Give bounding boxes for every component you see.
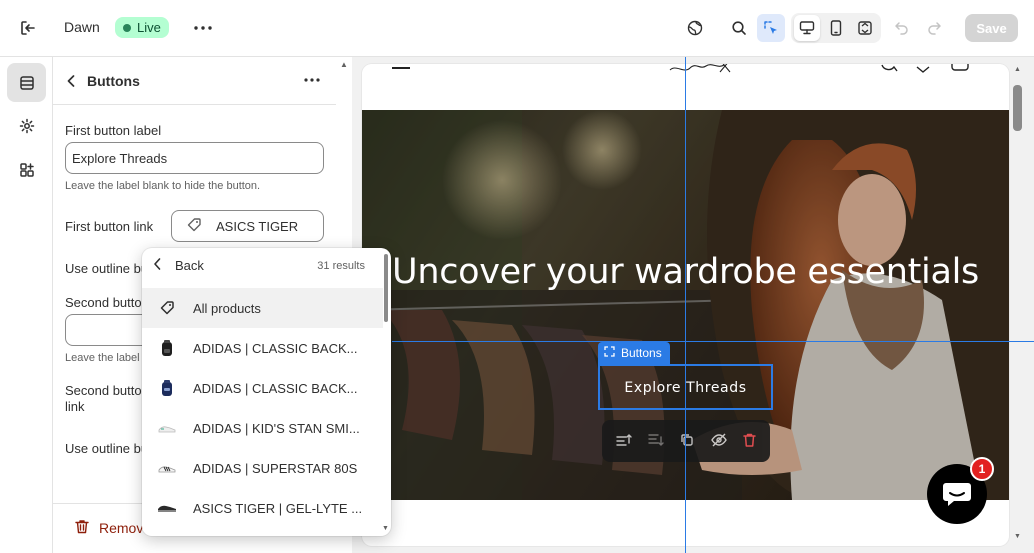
apps-icon[interactable] bbox=[7, 150, 46, 189]
fullscreen-icon[interactable] bbox=[852, 15, 878, 41]
move-up-icon[interactable] bbox=[616, 433, 632, 450]
second-label-help: Leave the label bbox=[65, 352, 140, 364]
list-item[interactable]: ADIDAS | CLASSIC BACK... bbox=[142, 368, 383, 408]
inspector-icon[interactable] bbox=[757, 14, 785, 42]
preview-scroll-thumb[interactable] bbox=[1013, 85, 1022, 131]
globe-icon[interactable] bbox=[681, 14, 709, 42]
list-item[interactable]: ASICS TIGER | GEL-LYTE ... bbox=[142, 488, 383, 528]
gear-icon[interactable] bbox=[7, 106, 46, 145]
menu-icon[interactable] bbox=[392, 67, 410, 69]
list-item-all-products[interactable]: All products bbox=[142, 288, 383, 328]
popover-scroll-down-icon[interactable]: ▼ bbox=[382, 525, 389, 532]
selection-tag[interactable]: Buttons bbox=[598, 342, 670, 364]
second-link-field-label: Second butto bbox=[65, 383, 142, 398]
selection-tag-label: Buttons bbox=[621, 346, 662, 360]
sections-icon[interactable] bbox=[7, 63, 46, 102]
backpack-blue-thumb-icon bbox=[157, 378, 177, 398]
list-item[interactable]: ADIDAS | CLASSIC BACK... bbox=[142, 328, 383, 368]
search-icon[interactable] bbox=[725, 14, 753, 42]
sneaker-stripe-thumb-icon bbox=[157, 458, 177, 478]
preview-scrollbar[interactable]: ▲ ▼ bbox=[1012, 64, 1026, 544]
account-chevron-icon[interactable] bbox=[916, 64, 930, 77]
first-link-field-label: First button link bbox=[65, 219, 154, 234]
list-item-label: ADIDAS | CLASSIC BACK... bbox=[193, 380, 358, 396]
outline-toggle-1-label: Use outline bu bbox=[65, 261, 149, 276]
cart-icon[interactable] bbox=[950, 64, 970, 75]
panel-more-icon[interactable] bbox=[301, 69, 323, 91]
back-chevron-icon[interactable] bbox=[62, 70, 80, 92]
popover-header: Back 31 results bbox=[142, 248, 391, 288]
live-badge-label: Live bbox=[137, 20, 161, 35]
second-link-field-label-2: link bbox=[65, 399, 85, 414]
second-label-field-label: Second butto bbox=[65, 295, 142, 310]
first-link-value: ASICS TIGER bbox=[216, 218, 299, 234]
panel-title: Buttons bbox=[87, 73, 140, 89]
tag-icon bbox=[157, 298, 177, 318]
save-button[interactable]: Save bbox=[965, 14, 1018, 42]
horizontal-guide-line bbox=[392, 341, 1034, 342]
panel-header: Buttons bbox=[53, 57, 336, 105]
tag-icon bbox=[186, 217, 202, 236]
remove-label: Remov bbox=[99, 520, 144, 536]
popover-back-label: Back bbox=[175, 258, 204, 273]
sneaker-white-thumb-icon bbox=[157, 418, 177, 438]
vertical-guide-line bbox=[685, 57, 686, 553]
left-rail bbox=[0, 57, 53, 553]
list-item-label: ASICS TIGER | GEL-LYTE ... bbox=[193, 500, 363, 516]
outline-toggle-2-label: Use outline bu bbox=[65, 441, 149, 456]
results-count: 31 results bbox=[317, 260, 365, 272]
scroll-up-arrow-icon[interactable]: ▲ bbox=[340, 60, 348, 69]
popover-scroll-thumb[interactable] bbox=[384, 254, 388, 322]
first-label-help: Leave the label blank to hide the button… bbox=[65, 180, 261, 192]
trash-icon bbox=[75, 519, 89, 537]
list-item-label: ADIDAS | KID'S STAN SMI... bbox=[193, 420, 360, 436]
remove-block-button[interactable]: Remov bbox=[75, 519, 143, 537]
undo-icon[interactable] bbox=[888, 14, 916, 42]
first-link-picker[interactable]: ASICS TIGER bbox=[171, 210, 324, 242]
backpack-black-thumb-icon bbox=[157, 338, 177, 358]
preview-scroll-down-icon[interactable]: ▼ bbox=[1014, 533, 1021, 540]
chat-notification-badge: 1 bbox=[970, 457, 994, 481]
header-search-icon[interactable] bbox=[880, 64, 898, 76]
store-logo[interactable] bbox=[668, 64, 738, 82]
hide-icon[interactable] bbox=[710, 433, 727, 450]
duplicate-icon[interactable] bbox=[680, 433, 694, 450]
redo-icon[interactable] bbox=[920, 14, 948, 42]
first-label-field-label: First button label bbox=[65, 123, 162, 138]
list-item[interactable]: ADIDAS | KID'S STAN SMI... bbox=[142, 408, 383, 448]
mobile-icon[interactable] bbox=[823, 15, 849, 41]
popover-back-button[interactable]: Back bbox=[154, 258, 204, 273]
chat-bubble-icon bbox=[943, 483, 971, 506]
exit-icon[interactable] bbox=[16, 16, 40, 40]
preview-scroll-up-icon[interactable]: ▲ bbox=[1014, 66, 1021, 73]
list-item[interactable]: ADIDAS | SUPERSTAR 80S bbox=[142, 448, 383, 488]
move-down-icon[interactable] bbox=[648, 433, 664, 450]
chevron-left-icon bbox=[154, 258, 161, 273]
list-item-label: All products bbox=[193, 300, 261, 316]
block-toolbar bbox=[602, 420, 770, 462]
status-dot-icon bbox=[123, 23, 131, 32]
list-item-label: ADIDAS | CLASSIC BACK... bbox=[193, 340, 358, 356]
top-bar: Dawn Live Save bbox=[0, 0, 1034, 57]
first-label-input[interactable] bbox=[65, 142, 324, 174]
sneaker-dark-thumb-icon bbox=[157, 498, 177, 518]
delete-icon[interactable] bbox=[743, 433, 756, 450]
theme-name: Dawn bbox=[64, 19, 100, 35]
live-badge: Live bbox=[115, 17, 169, 38]
block-select-icon bbox=[604, 346, 615, 360]
more-actions-icon[interactable] bbox=[192, 16, 214, 40]
desktop-icon[interactable] bbox=[794, 15, 820, 41]
hero-heading[interactable]: Uncover your wardrobe essentials bbox=[392, 252, 992, 292]
link-picker-popover: Back 31 results All products ADIDAS | CL… bbox=[142, 248, 391, 536]
list-item-label: ADIDAS | SUPERSTAR 80S bbox=[193, 460, 358, 476]
